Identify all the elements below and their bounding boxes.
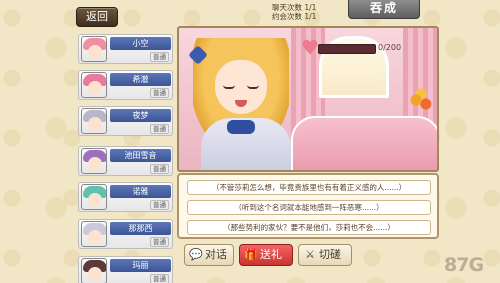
back-button[interactable]: 返回 <box>76 7 118 27</box>
character-item-nuoya[interactable]: 诺雅 普通 <box>78 182 173 212</box>
sword-icon: ⚔ <box>305 248 315 261</box>
flower-vase <box>409 88 433 128</box>
avatar <box>81 221 107 247</box>
character-scene: ♥ 0/200 <box>177 26 439 172</box>
gift-label: 送礼 <box>260 248 282 261</box>
character-list[interactable]: 小空 普通 希澈 普通 夜梦 普通 池田雪音 普通 诺雅 普通 那那西 普通 玛… <box>78 34 174 283</box>
rarity-badge: 普通 <box>150 52 169 62</box>
talk-button[interactable]: 💬 对话 <box>184 244 234 266</box>
avatar <box>81 72 107 98</box>
avatar <box>81 36 107 62</box>
watermark-logo: 87G <box>444 254 484 276</box>
character-item-mali[interactable]: 玛丽 普通 <box>78 256 173 283</box>
character-name: 玛丽 <box>110 259 171 272</box>
avatar <box>81 184 107 210</box>
avatar <box>81 148 107 174</box>
character-item-yemeng[interactable]: 夜梦 普通 <box>78 106 173 136</box>
avatar <box>81 258 107 283</box>
affection-value: 0/200 <box>378 43 402 52</box>
affection-bar <box>318 44 376 54</box>
avatar <box>81 108 107 134</box>
character-bow <box>227 120 255 134</box>
rarity-badge: 普通 <box>150 164 169 174</box>
character-item-nanaxi[interactable]: 那那西 普通 <box>78 219 173 249</box>
character-name: 那那西 <box>110 222 171 235</box>
rarity-badge: 普通 <box>150 274 169 283</box>
speech-bubble-icon: 💬 <box>189 248 203 261</box>
character-name: 希澈 <box>110 73 171 86</box>
dialogue-box: （不管莎莉怎么想，毕竟贵族里也有有着正义感的人......） （听到这个名词就本… <box>177 173 439 239</box>
spar-button[interactable]: ⚔ 切磋 <box>298 244 352 266</box>
character-name: 小空 <box>110 37 171 50</box>
rarity-badge: 普通 <box>150 124 169 134</box>
date-count: 约会次数 1/1 <box>272 12 317 21</box>
gift-icon: 🎁 <box>244 248 258 261</box>
dialogue-option[interactable]: （不管莎莉怎么想，毕竟贵族里也有有着正义感的人......） <box>187 180 431 195</box>
talk-label: 对话 <box>205 248 227 261</box>
character-item-xiaokong[interactable]: 小空 普通 <box>78 34 173 64</box>
rarity-badge: 普通 <box>150 237 169 247</box>
dialogue-option[interactable]: （听到这个名词就本能地感到一阵恶寒......） <box>187 200 431 215</box>
character-name: 诺雅 <box>110 185 171 198</box>
character-name: 夜梦 <box>110 109 171 122</box>
spar-label: 切磋 <box>319 248 341 261</box>
character-item-xiche[interactable]: 希澈 普通 <box>78 70 173 100</box>
gift-button[interactable]: 🎁 送礼 <box>239 244 293 266</box>
character-item-ikeda-yukine[interactable]: 池田雪音 普通 <box>78 146 173 176</box>
page-title: 吞成 <box>348 0 420 19</box>
character-name: 池田雪音 <box>110 149 171 162</box>
chat-count: 聊天次数 1/1 <box>272 3 317 12</box>
affection-meter: ♥ 0/200 <box>298 39 410 58</box>
rarity-badge: 普通 <box>150 200 169 210</box>
dialogue-option[interactable]: （那些势利的家伙？要不是他们，莎莉也不会......） <box>187 220 431 235</box>
rarity-badge: 普通 <box>150 88 169 98</box>
interaction-counts: 聊天次数 1/1 约会次数 1/1 <box>272 3 316 21</box>
